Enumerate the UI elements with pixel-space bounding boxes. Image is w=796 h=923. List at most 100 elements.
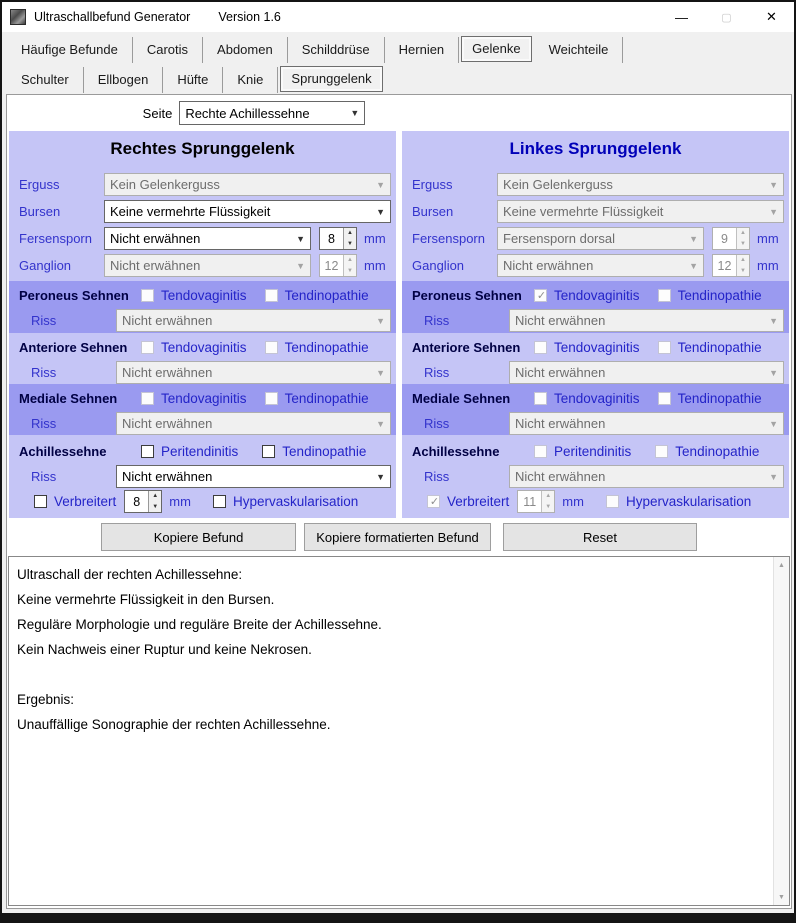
unit-label: mm [757, 231, 779, 246]
unit-label: mm [364, 231, 386, 246]
ganglion-size-stepper: 12 ▲▼ [712, 254, 750, 277]
tab-schulter[interactable]: Schulter [7, 67, 84, 93]
fersensporn-size-stepper[interactable]: 8 ▲▼ [319, 227, 357, 250]
panel-title: Rechtes Sprunggelenk [9, 131, 396, 166]
maximize-button: ▢ [704, 2, 749, 32]
mediale-riss-select: Nicht erwähnen ▼ [116, 412, 391, 435]
verbreitert-checkbox[interactable]: Verbreitert [34, 494, 116, 509]
chevron-down-icon: ▼ [370, 207, 385, 217]
fersensporn-select[interactable]: Nicht erwähnen ▼ [104, 227, 311, 250]
seite-select[interactable]: Rechte Achillessehne ▼ [179, 101, 365, 125]
spin-up-icon[interactable]: ▲ [344, 228, 356, 239]
tendovaginitis-checkbox: Tendovaginitis [534, 391, 640, 406]
scrollbar[interactable]: ▲ ▼ [773, 557, 789, 905]
close-icon: ✕ [766, 9, 777, 25]
tendinopathie-checkbox: Tendinopathie [265, 340, 369, 355]
tendinopathie-checkbox: Tendinopathie [265, 391, 369, 406]
ganglion-size-stepper: 12 ▲▼ [319, 254, 357, 277]
kopiere-formatierten-befund-button[interactable]: Kopiere formatierten Befund [304, 523, 491, 551]
bursen-select: Keine vermehrte Flüssigkeit ▼ [497, 200, 784, 223]
panel-linkes-sprunggelenk: Linkes Sprunggelenk Erguss Kein Gelenker… [402, 131, 789, 518]
chevron-down-icon: ▼ [763, 368, 778, 378]
tab-huefte[interactable]: Hüfte [163, 67, 223, 93]
chevron-down-icon: ▼ [370, 419, 385, 429]
peroneus-section-label: Peroneus Sehnen [19, 288, 141, 303]
report-area: Ultraschall der rechten Achillessehne: K… [8, 556, 790, 906]
ganglion-label: Ganglion [412, 258, 497, 273]
verbreitert-size-stepper[interactable]: 8 ▲▼ [124, 490, 162, 513]
peroneus-riss-select: Nicht erwähnen ▼ [116, 309, 391, 332]
riss-label: Riss [31, 313, 116, 328]
peroneus-section-label: Peroneus Sehnen [412, 288, 534, 303]
tab-gelenke[interactable]: Gelenke [461, 36, 531, 62]
tendinopathie-checkbox[interactable]: Tendinopathie [262, 444, 366, 459]
main-tab-bar: Häufige Befunde Carotis Abdomen Schilddr… [2, 32, 794, 63]
tab-ellbogen[interactable]: Ellbogen [84, 67, 164, 93]
scroll-down-icon[interactable]: ▼ [774, 889, 789, 905]
chevron-down-icon: ▼ [370, 316, 385, 326]
spin-up-icon: ▲ [542, 491, 554, 502]
peroneus-riss-select: Nicht erwähnen ▼ [509, 309, 784, 332]
seite-row: Seite Rechte Achillessehne ▼ [7, 95, 791, 131]
bursen-label: Bursen [412, 204, 497, 219]
anteriore-section-label: Anteriore Sehnen [19, 340, 141, 355]
spin-down-icon[interactable]: ▼ [149, 502, 161, 513]
minimize-button[interactable]: — [659, 2, 704, 32]
tab-weichteile[interactable]: Weichteile [535, 37, 624, 63]
hypervaskularisation-checkbox[interactable]: Hypervaskularisation [213, 494, 358, 509]
sub-tab-bar: Schulter Ellbogen Hüfte Knie Sprunggelen… [2, 63, 794, 93]
verbreitert-checkbox: Verbreitert [427, 494, 509, 509]
panel-title: Linkes Sprunggelenk [402, 131, 789, 166]
spin-down-icon: ▼ [737, 266, 749, 277]
riss-label: Riss [424, 416, 509, 431]
tendovaginitis-checkbox: Tendovaginitis [534, 340, 640, 355]
tab-abdomen[interactable]: Abdomen [203, 37, 288, 63]
scroll-up-icon[interactable]: ▲ [774, 557, 789, 573]
ganglion-label: Ganglion [19, 258, 104, 273]
reset-button[interactable]: Reset [503, 523, 697, 551]
report-text[interactable]: Ultraschall der rechten Achillessehne: K… [9, 557, 773, 905]
tab-schilddruese[interactable]: Schilddrüse [288, 37, 385, 63]
chevron-down-icon: ▼ [290, 234, 305, 244]
minimize-icon: — [675, 10, 688, 25]
erguss-label: Erguss [412, 177, 497, 192]
tab-carotis[interactable]: Carotis [133, 37, 203, 63]
tab-hernien[interactable]: Hernien [385, 37, 460, 63]
tab-knie[interactable]: Knie [223, 67, 278, 93]
tendinopathie-checkbox: Tendinopathie [658, 288, 762, 303]
chevron-down-icon: ▼ [370, 472, 385, 482]
kopiere-befund-button[interactable]: Kopiere Befund [101, 523, 296, 551]
content-frame: Seite Rechte Achillessehne ▼ Rechtes Spr… [2, 93, 794, 913]
tab-sprunggelenk[interactable]: Sprunggelenk [280, 66, 382, 92]
spin-up-icon: ▲ [737, 228, 749, 239]
chevron-down-icon: ▼ [683, 261, 698, 271]
peritendinitis-checkbox: Peritendinitis [534, 444, 631, 459]
tendovaginitis-checkbox: Tendovaginitis [141, 391, 247, 406]
fersensporn-label: Fersensporn [412, 231, 497, 246]
mediale-riss-select: Nicht erwähnen ▼ [509, 412, 784, 435]
bursen-select[interactable]: Keine vermehrte Flüssigkeit ▼ [104, 200, 391, 223]
fersensporn-size-stepper: 9 ▲▼ [712, 227, 750, 250]
riss-label: Riss [424, 313, 509, 328]
app-icon [10, 9, 26, 25]
window-title: Ultraschallbefund Generator [34, 10, 190, 24]
maximize-icon: ▢ [721, 11, 731, 24]
spin-down-icon[interactable]: ▼ [344, 239, 356, 250]
achilles-section-label: Achillessehne [412, 444, 534, 459]
tendinopathie-checkbox: Tendinopathie [658, 340, 762, 355]
tendinopathie-checkbox: Tendinopathie [658, 391, 762, 406]
verbreitert-size-stepper: 11 ▲▼ [517, 490, 555, 513]
tendovaginitis-checkbox: Tendovaginitis [141, 288, 247, 303]
riss-label: Riss [31, 365, 116, 380]
anteriore-section-label: Anteriore Sehnen [412, 340, 534, 355]
chevron-down-icon: ▼ [763, 472, 778, 482]
achilles-riss-select[interactable]: Nicht erwähnen ▼ [116, 465, 391, 488]
spin-down-icon: ▼ [344, 266, 356, 277]
close-button[interactable]: ✕ [749, 2, 794, 32]
riss-label: Riss [424, 469, 509, 484]
tab-haeufige-befunde[interactable]: Häufige Befunde [7, 37, 133, 63]
spin-down-icon: ▼ [542, 502, 554, 513]
chevron-down-icon: ▼ [290, 261, 305, 271]
spin-up-icon[interactable]: ▲ [149, 491, 161, 502]
peritendinitis-checkbox[interactable]: Peritendinitis [141, 444, 238, 459]
